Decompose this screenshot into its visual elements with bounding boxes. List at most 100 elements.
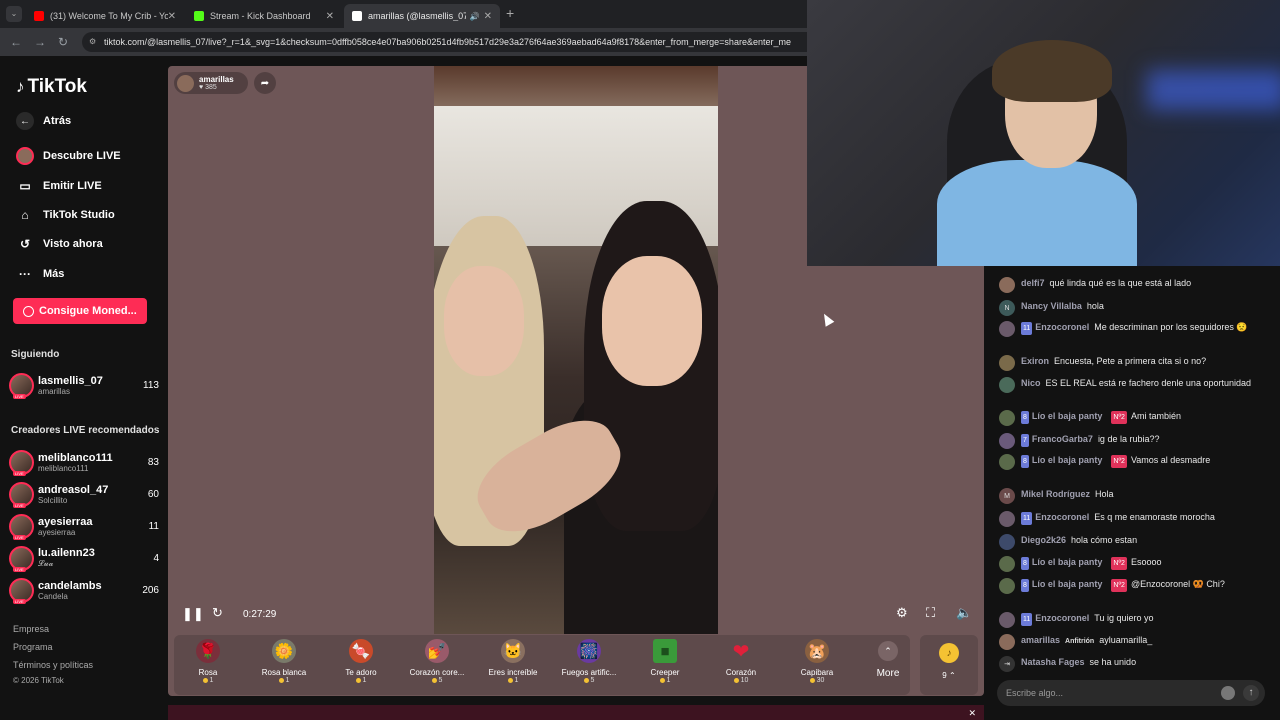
chat-user[interactable]: Enzocoronel bbox=[1035, 512, 1089, 522]
chat-user[interactable]: amarillas bbox=[1021, 635, 1060, 645]
nav-more[interactable]: ··· Más bbox=[16, 265, 64, 283]
tab-title: amarillas (@lasmellis_07) e bbox=[368, 11, 466, 21]
recommended-item[interactable]: LIVE lu.ailenn23 𝓛𝓾𝓪 4 bbox=[9, 544, 159, 572]
live-video[interactable] bbox=[434, 66, 718, 634]
gift-fireworks[interactable]: 🎆 Fuegos artific... 5 bbox=[551, 639, 627, 691]
host-name: amarillas bbox=[199, 75, 234, 84]
level-badge: 11 bbox=[1021, 322, 1033, 335]
nav-label: Descubre LIVE bbox=[43, 150, 121, 162]
gift-corazon-core[interactable]: 💅 Corazón core... 5 bbox=[399, 639, 475, 691]
tab-list-icon[interactable]: ⌄ bbox=[6, 6, 22, 22]
close-icon[interactable]: ✕ bbox=[326, 11, 334, 22]
fullscreen-icon[interactable]: ⛶ bbox=[926, 605, 935, 621]
footer-link-program[interactable]: Programa bbox=[13, 642, 53, 652]
close-icon[interactable]: ✕ bbox=[168, 11, 176, 22]
chat-user[interactable]: Nancy Villalba bbox=[1021, 301, 1082, 311]
chat-user[interactable]: Lío el baja panty bbox=[1032, 455, 1103, 465]
chat-user[interactable]: Exiron bbox=[1021, 356, 1049, 366]
fireworks-icon: 🎆 bbox=[577, 639, 601, 663]
creator-subname: 𝓛𝓾𝓪 bbox=[38, 559, 54, 568]
forward-arrow-icon[interactable]: → bbox=[34, 35, 46, 49]
nav-tiktok-studio[interactable]: ⌂ TikTok Studio bbox=[16, 206, 114, 224]
send-icon[interactable]: ↑ bbox=[1243, 685, 1259, 701]
chat-user[interactable]: Lío el baja panty bbox=[1032, 579, 1103, 589]
recommended-item[interactable]: LIVE meliblanco111 meliblanco111 83 bbox=[9, 448, 159, 476]
chat-user[interactable]: delfi7 bbox=[1021, 278, 1045, 288]
chat-user[interactable]: FrancoGarba7 bbox=[1032, 434, 1093, 444]
url-field[interactable]: ⚙ tiktok.com/@lasmellis_07/live?_r=1&_sv… bbox=[82, 32, 822, 52]
gift-heart[interactable]: ❤ Corazón 10 bbox=[703, 639, 779, 691]
emoji-icon[interactable] bbox=[1221, 686, 1235, 700]
webcam-background-light bbox=[1147, 70, 1280, 110]
chat-user[interactable]: Enzocoronel bbox=[1035, 613, 1089, 623]
refresh-icon[interactable]: ↻ bbox=[212, 605, 223, 621]
chat-message: 8 Lío el baja panty Nº2 Vamos al desmadre bbox=[999, 454, 1267, 470]
reload-icon[interactable]: ↻ bbox=[58, 35, 68, 49]
close-icon[interactable]: ✕ bbox=[968, 708, 976, 719]
chat-input[interactable]: Escribe algo... ↑ bbox=[997, 680, 1265, 706]
chat-panel: delfi7 qué linda qué es la que está al la… bbox=[987, 266, 1280, 720]
recommended-item[interactable]: LIVE candelambs Candela 206 bbox=[9, 576, 159, 604]
footer-link-company[interactable]: Empresa bbox=[13, 624, 49, 634]
new-tab-button[interactable]: + bbox=[506, 5, 514, 21]
footer-link-terms[interactable]: Términos y políticas bbox=[13, 660, 93, 670]
settings-icon[interactable]: ⚙ bbox=[896, 605, 908, 621]
speaker-icon[interactable]: 🔊 bbox=[470, 12, 480, 21]
gift-name: Rosa blanca bbox=[261, 668, 307, 677]
gift-creeper[interactable]: ■ Creeper 1 bbox=[627, 639, 703, 691]
live-badge: LIVE bbox=[13, 566, 26, 572]
chat-user[interactable]: Enzocoronel bbox=[1035, 322, 1089, 332]
creator-name: lu.ailenn23 bbox=[38, 547, 95, 559]
sidebar: ♪ TikTok ← Atrás Descubre LIVE ▭ Emitir … bbox=[0, 56, 168, 720]
gift-price: 1 bbox=[356, 677, 367, 684]
volume-icon[interactable]: 🔈 bbox=[956, 605, 972, 621]
chat-message: 8 Lío el baja panty Nº2 Ami también bbox=[999, 410, 1267, 426]
pause-icon[interactable]: ❚❚ bbox=[182, 606, 204, 622]
user-avatar bbox=[999, 433, 1015, 449]
gift-white-rose[interactable]: 🌼 Rosa blanca 1 bbox=[246, 639, 322, 691]
tab-youtube[interactable]: (31) Welcome To My Crib - You ✕ bbox=[26, 4, 184, 28]
gift-rose[interactable]: 🌹 Rosa 1 bbox=[170, 639, 246, 691]
gift-name: Fuegos artific... bbox=[561, 668, 617, 677]
rose-icon: 🌹 bbox=[196, 639, 220, 663]
site-info-icon[interactable]: ⚙ bbox=[89, 32, 96, 52]
chat-user[interactable]: Lío el baja panty bbox=[1032, 557, 1103, 567]
tab-tiktok[interactable]: amarillas (@lasmellis_07) e 🔊 ✕ bbox=[344, 4, 500, 28]
chat-user[interactable]: Lío el baja panty bbox=[1032, 411, 1103, 421]
gift-name: Eres increíble bbox=[488, 668, 538, 677]
back-arrow-icon[interactable]: ← bbox=[10, 35, 22, 49]
user-avatar: M bbox=[999, 488, 1015, 504]
nav-label: Emitir LIVE bbox=[43, 180, 102, 192]
gift-te-adoro[interactable]: 🍬 Te adoro 1 bbox=[323, 639, 399, 691]
share-icon[interactable]: ➦ bbox=[254, 72, 276, 94]
nav-watched-now[interactable]: ↺ Visto ahora bbox=[16, 235, 103, 253]
tiktok-logo[interactable]: ♪ TikTok bbox=[16, 76, 87, 98]
kick-icon bbox=[194, 11, 204, 21]
tab-kick[interactable]: Stream - Kick Dashboard ✕ bbox=[186, 4, 342, 28]
webcam-person-hair bbox=[992, 40, 1112, 102]
nav-discover-live[interactable]: Descubre LIVE bbox=[16, 147, 121, 165]
chat-user[interactable]: Natasha Fages bbox=[1021, 657, 1085, 667]
tab-title: Stream - Kick Dashboard bbox=[210, 11, 311, 21]
get-coins-button[interactable]: Consigue Moned... bbox=[13, 298, 147, 324]
gift-capybara[interactable]: 🐹 Capibara 30 bbox=[779, 639, 855, 691]
recommended-item[interactable]: LIVE andreasol_47 Solcillito 60 bbox=[9, 480, 159, 508]
chat-user[interactable]: Nico bbox=[1021, 378, 1041, 388]
recommended-item[interactable]: LIVE ayesierraa ayesierraa 11 bbox=[9, 512, 159, 540]
coin-wallet-button[interactable]: ♪ 9 ⌃ bbox=[920, 635, 978, 695]
chat-user[interactable]: Diego2k26 bbox=[1021, 535, 1066, 545]
more-gifts-button[interactable]: ⌃ More bbox=[864, 641, 912, 691]
gift-eres-increible[interactable]: 🐱 Eres increíble 1 bbox=[475, 639, 551, 691]
get-coins-label: Consigue Moned... bbox=[39, 305, 137, 317]
close-icon[interactable]: ✕ bbox=[484, 11, 492, 22]
chat-user[interactable]: Mikel Rodríguez bbox=[1021, 489, 1090, 499]
following-item[interactable]: LIVE lasmellis_07 amarillas 113 bbox=[9, 371, 159, 399]
creator-name: meliblanco111 bbox=[38, 451, 113, 464]
nav-go-live[interactable]: ▭ Emitir LIVE bbox=[16, 177, 102, 195]
chat-text: Ami también bbox=[1130, 411, 1181, 421]
heart-icon: ❤ bbox=[732, 640, 750, 663]
back-button[interactable]: ← Atrás bbox=[16, 112, 71, 130]
chat-text: Vamos al desmadre bbox=[1130, 455, 1211, 465]
host-info[interactable]: amarillas ♥ 385 bbox=[174, 72, 248, 94]
chat-message: Diego2k26 hola cómo estan bbox=[999, 534, 1267, 550]
